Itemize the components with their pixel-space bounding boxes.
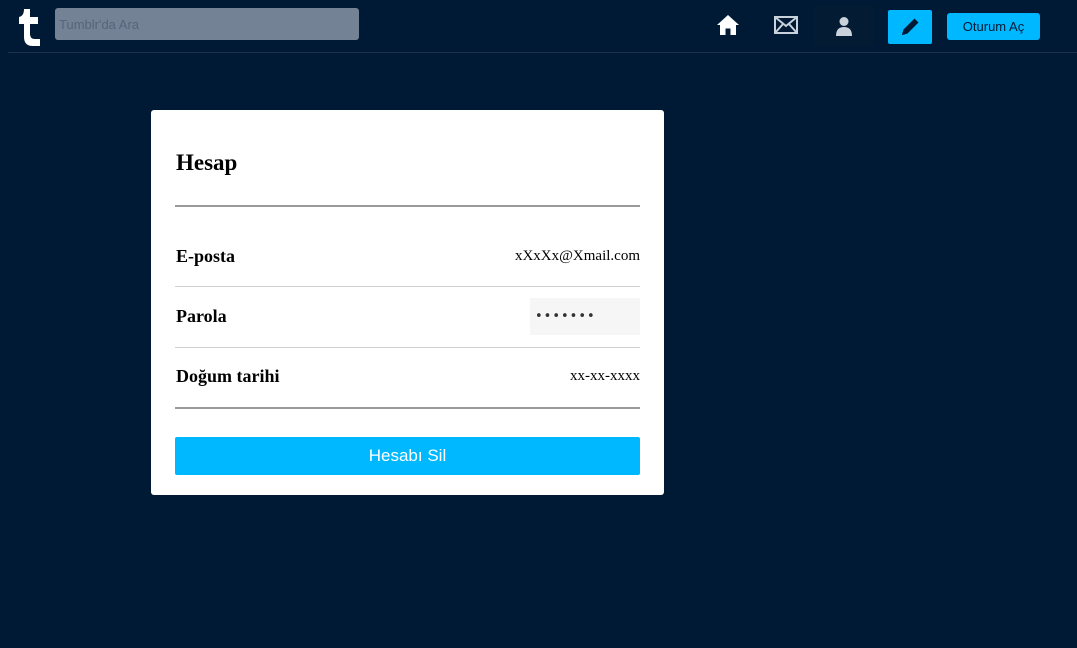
email-label: E-posta: [176, 246, 236, 266]
divider: [175, 347, 640, 348]
login-button[interactable]: Oturum Aç: [947, 13, 1040, 40]
home-icon[interactable]: [712, 8, 744, 42]
mail-icon[interactable]: [770, 8, 802, 42]
header-divider: [8, 52, 1077, 53]
password-label: Parola: [176, 306, 227, 326]
account-card: Hesap E-posta xXxXx@Xmail.com Parola Doğ…: [151, 110, 664, 495]
email-value: xXxXx@Xmail.com: [514, 248, 640, 264]
page-title: Hesap: [176, 150, 238, 175]
user-icon[interactable]: [814, 6, 874, 46]
delete-account-button[interactable]: Hesabı Sil: [175, 437, 640, 475]
divider: [175, 407, 640, 409]
divider: [175, 286, 640, 287]
pencil-icon[interactable]: [888, 10, 932, 44]
tumblr-logo[interactable]: [18, 6, 44, 46]
birthdate-label: Doğum tarihi: [176, 366, 280, 386]
search-input[interactable]: [55, 8, 359, 40]
divider: [175, 205, 640, 207]
top-navigation-bar: Oturum Aç: [0, 0, 1077, 53]
birthdate-value: xx-xx-xxxx: [570, 368, 640, 384]
password-field[interactable]: [530, 298, 640, 335]
